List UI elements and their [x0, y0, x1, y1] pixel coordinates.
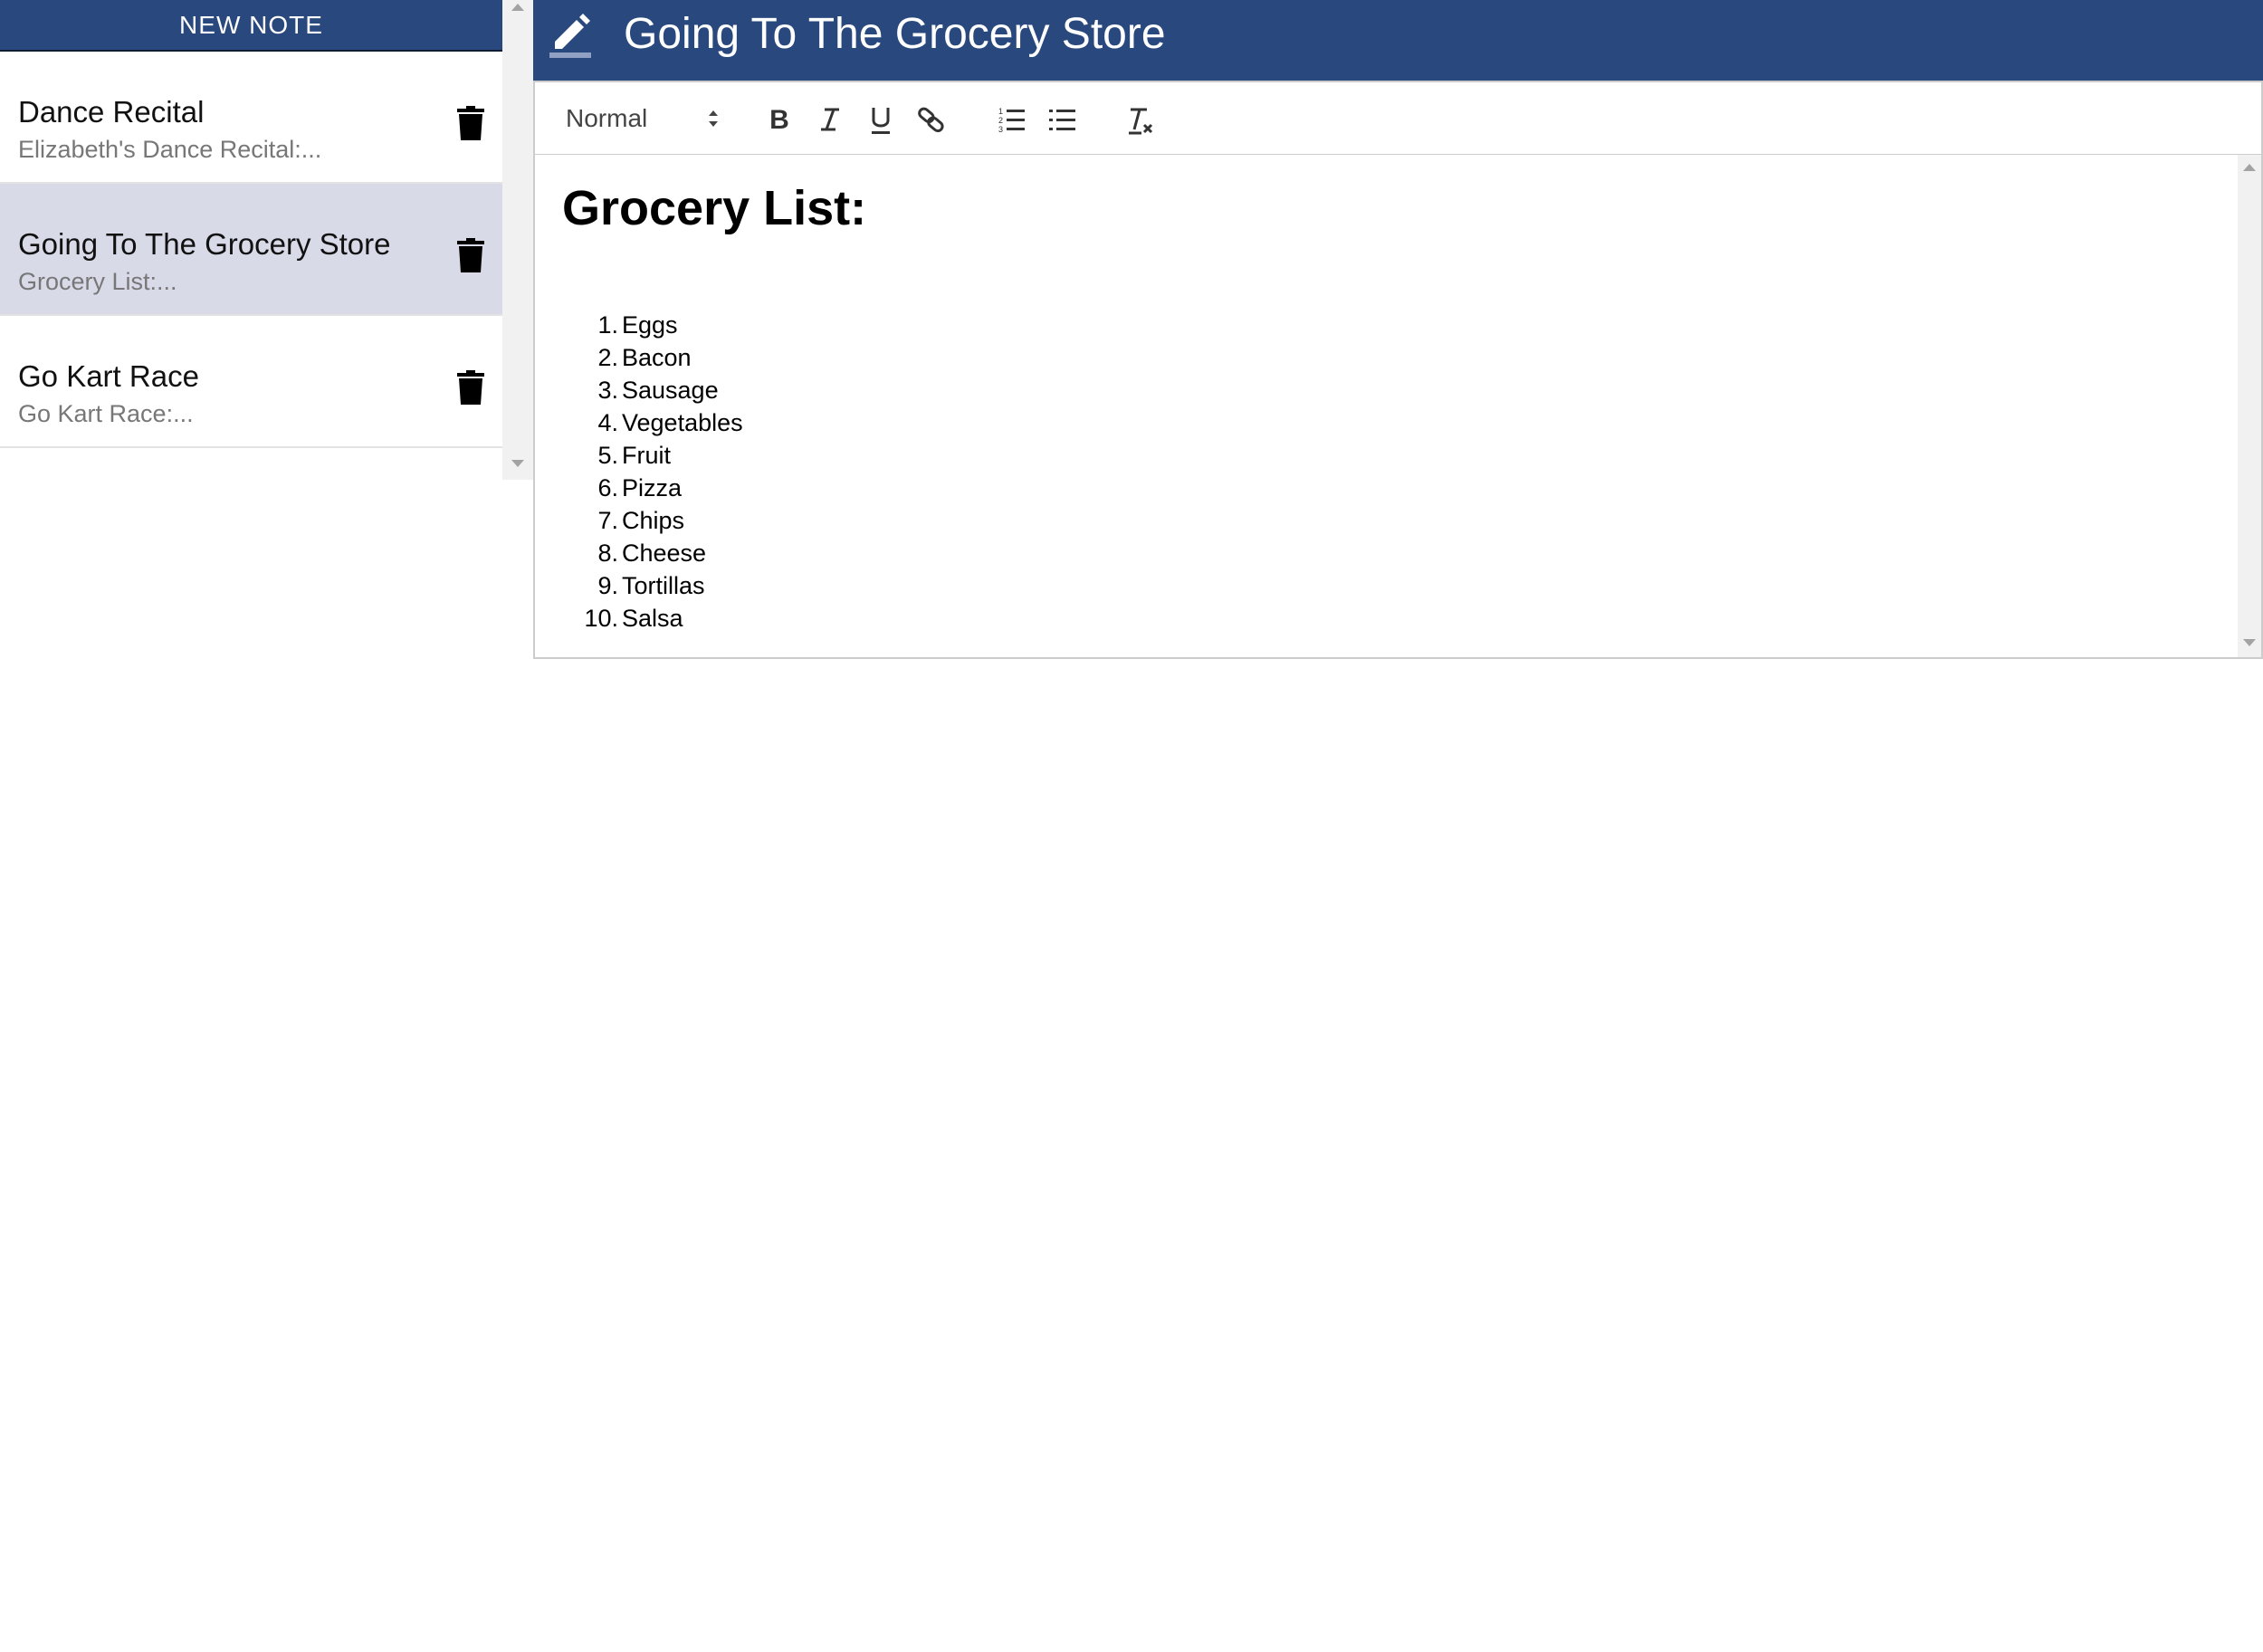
italic-icon — [821, 108, 839, 131]
new-note-button[interactable]: NEW NOTE — [0, 0, 502, 52]
clear-format-icon — [1129, 108, 1153, 135]
clear-format-button[interactable] — [1122, 100, 1158, 138]
note-editor: Going To The Grocery Store Normal B 1 2 … — [533, 0, 2263, 661]
link-button[interactable] — [913, 100, 950, 138]
scroll-down-arrow-icon[interactable] — [511, 460, 524, 467]
note-item-go-kart-race[interactable]: Go Kart Race Go Kart Race:... — [0, 316, 502, 448]
format-select-value: Normal — [566, 104, 648, 132]
list-item: 6. Pizza — [597, 474, 683, 501]
scroll-up-arrow-icon[interactable] — [2243, 164, 2256, 171]
scroll-down-arrow-icon[interactable] — [2243, 639, 2256, 646]
bold-icon: B — [769, 105, 789, 135]
note-preview: Grocery List:... — [18, 268, 177, 295]
bullet-list-button[interactable] — [1044, 100, 1080, 138]
list-item: 5. Fruit — [597, 442, 671, 469]
list-item: 9. Tortillas — [597, 572, 705, 599]
editor-toolbar: Normal B 1 2 3 — [533, 81, 2263, 156]
editor-content[interactable]: Grocery List: 1. Eggs 2. Bacon 3. Sausage 4… — [533, 155, 2263, 659]
svg-text:1: 1 — [998, 107, 1003, 116]
note-item-grocery-store[interactable]: Going To The Grocery Store Grocery List:… — [0, 184, 502, 316]
trash-icon[interactable] — [457, 370, 484, 405]
note-title: Going To The Grocery Store — [18, 227, 391, 261]
svg-text:B: B — [769, 105, 789, 135]
underline-icon — [872, 108, 890, 134]
editor-header: Going To The Grocery Store — [533, 0, 2263, 81]
content-scrollbar[interactable] — [2238, 155, 2261, 657]
notes-sidebar: NEW NOTE Dance Recital Elizabeth's Dance… — [0, 0, 502, 480]
note-item-dance-recital[interactable]: Dance Recital Elizabeth's Dance Recital:… — [0, 52, 502, 184]
list-item: 1. Eggs — [597, 311, 678, 339]
note-title: Go Kart Race — [18, 359, 199, 393]
bold-button[interactable]: B — [761, 100, 797, 138]
underline-button[interactable] — [863, 100, 899, 138]
svg-text:2: 2 — [998, 116, 1003, 125]
list-item: 3. Sausage — [597, 377, 719, 404]
content-heading: Grocery List: — [562, 181, 867, 235]
sidebar-scrollbar[interactable] — [502, 0, 533, 480]
ordered-list-button[interactable]: 1 2 3 — [993, 100, 1029, 138]
list-item: 2. Bacon — [597, 344, 692, 371]
list-item: 8. Cheese — [597, 540, 707, 567]
bullet-list-icon — [1049, 110, 1075, 130]
pencil-icon — [549, 14, 591, 58]
trash-icon[interactable] — [457, 238, 484, 272]
list-item: 7. Chips — [597, 507, 685, 534]
ordered-list-icon: 1 2 3 — [998, 107, 1025, 134]
list-item: 4. Vegetables — [597, 409, 743, 436]
grocery-ordered-list: 1. Eggs 2. Bacon 3. Sausage 4. Vegetables 5.… — [562, 309, 743, 635]
link-icon — [918, 107, 944, 133]
svg-text:3: 3 — [998, 125, 1003, 134]
format-select[interactable]: Normal — [566, 102, 720, 137]
trash-icon[interactable] — [457, 106, 484, 140]
scroll-up-arrow-icon[interactable] — [511, 4, 524, 11]
select-arrows-icon — [709, 110, 718, 127]
italic-button[interactable] — [812, 100, 848, 138]
note-preview: Go Kart Race:... — [18, 400, 194, 427]
list-item: 10. Salsa — [584, 605, 683, 632]
note-title: Dance Recital — [18, 95, 205, 129]
note-title-heading[interactable]: Going To The Grocery Store — [624, 9, 1166, 59]
note-preview: Elizabeth's Dance Recital:... — [18, 136, 322, 163]
